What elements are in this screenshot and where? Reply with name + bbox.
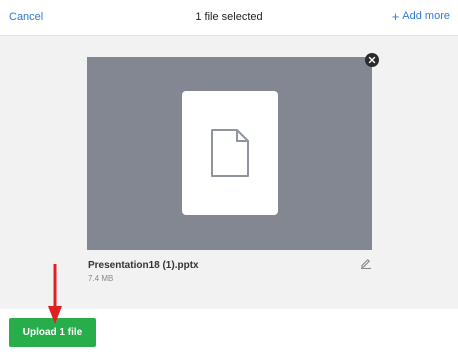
document-icon xyxy=(211,129,249,177)
bottom-bar: Upload 1 file xyxy=(0,309,458,355)
top-bar: Cancel 1 file selected + Add more xyxy=(0,0,458,36)
document-thumbnail xyxy=(182,91,278,215)
file-size: 7.4 MB xyxy=(88,274,114,283)
arrow-down-icon xyxy=(48,264,62,324)
dialog-title: 1 file selected xyxy=(195,11,263,23)
pencil-icon xyxy=(361,259,371,269)
remove-file-button[interactable] xyxy=(365,53,379,67)
close-icon xyxy=(368,56,376,64)
file-preview xyxy=(87,57,372,250)
rename-file-button[interactable] xyxy=(360,256,372,269)
add-more-button[interactable]: + Add more xyxy=(391,8,450,24)
plus-icon: + xyxy=(391,8,400,24)
file-name: Presentation18 (1).pptx xyxy=(88,260,199,271)
add-more-label: Add more xyxy=(402,10,450,22)
